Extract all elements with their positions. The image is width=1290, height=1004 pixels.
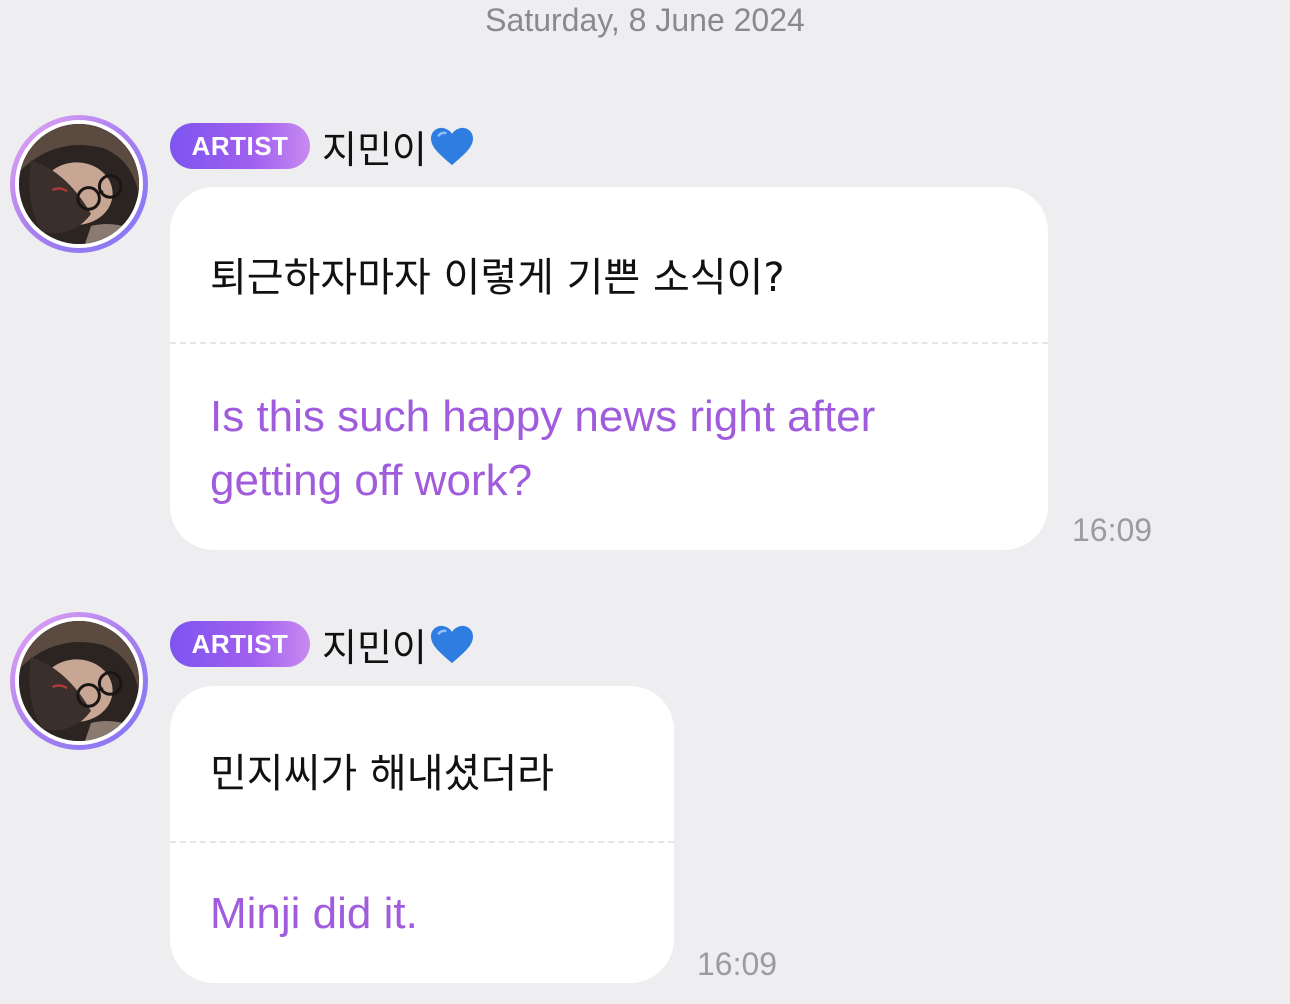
message-bubble[interactable]: 민지씨가 해내셨더라 Minji did it. — [170, 686, 674, 983]
sender-name[interactable]: 지민이 — [322, 119, 475, 174]
message-timestamp: 16:09 — [1072, 512, 1153, 548]
message-timestamp: 16:09 — [697, 946, 778, 982]
sender-name-label: 지민이 — [322, 127, 427, 172]
message-header: ARTIST 지민이 — [170, 118, 475, 174]
message-bubble[interactable]: 퇴근하자마자 이렇게 기쁜 소식이? Is this such happy ne… — [170, 187, 1048, 550]
avatar-photo — [15, 120, 143, 248]
avatar[interactable] — [10, 612, 148, 750]
blue-heart-icon — [430, 127, 473, 166]
message-original-text: 퇴근하자마자 이렇게 기쁜 소식이? — [210, 255, 785, 301]
translation-divider — [170, 841, 674, 843]
translation-divider — [170, 342, 1048, 344]
message-original-text: 민지씨가 해내셨더라 — [210, 751, 554, 797]
message-translation-text: Is this such happy news right after gett… — [210, 392, 876, 505]
message-translation-text: Minji did it. — [210, 889, 418, 938]
sender-name[interactable]: 지민이 — [322, 617, 475, 672]
sender-name-label: 지민이 — [322, 625, 427, 670]
date-separator: Saturday, 8 June 2024 — [485, 2, 805, 38]
artist-badge: ARTIST — [170, 621, 310, 667]
blue-heart-icon — [430, 625, 473, 664]
avatar[interactable] — [10, 115, 148, 253]
avatar-image-icon — [19, 621, 139, 741]
avatar-image-icon — [19, 124, 139, 244]
avatar-photo — [15, 617, 143, 745]
message-header: ARTIST 지민이 — [170, 616, 475, 672]
artist-badge: ARTIST — [170, 123, 310, 169]
